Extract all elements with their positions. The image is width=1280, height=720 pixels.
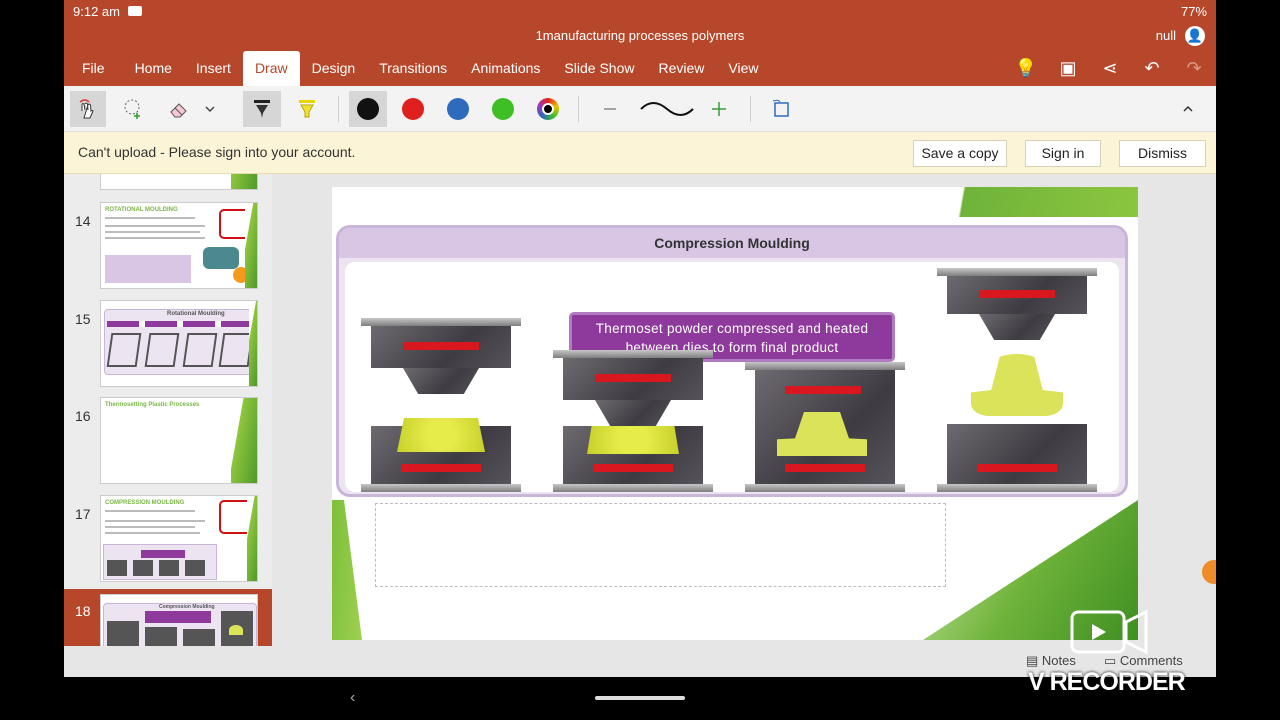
tab-review[interactable]: Review — [646, 51, 716, 86]
thumbnail-title: Compression Moulding — [159, 604, 215, 610]
add-pen-icon[interactable] — [701, 91, 737, 127]
slide-thumbnails-pane[interactable]: 14 ROTATIONAL MOULDING 15 Rotational Mou… — [64, 174, 272, 677]
slide-canvas[interactable]: Compression Moulding Thermoset powder co… — [332, 187, 1138, 640]
thumbnail-preview: Thermosetting Plastic Processes — [100, 397, 258, 484]
lasso-select-icon[interactable] — [115, 91, 151, 127]
floating-recorder-tab[interactable] — [1202, 560, 1216, 584]
user-avatar-icon[interactable]: 👤 — [1185, 26, 1205, 46]
diagram-title: Compression Moulding — [339, 228, 1125, 258]
color-picker-icon[interactable] — [530, 91, 566, 127]
back-icon[interactable]: ‹ — [350, 689, 355, 707]
slide-number: 18 — [75, 603, 91, 619]
color-black-swatch[interactable] — [349, 91, 387, 127]
thumbnail-title: ROTATIONAL MOULDING — [105, 207, 178, 213]
document-title: 1manufacturing processes polymers — [535, 28, 745, 43]
upload-warning-bar: Can't upload - Please sign into your acc… — [64, 132, 1216, 174]
green-decoration — [948, 187, 1138, 217]
eraser-icon[interactable] — [161, 91, 197, 127]
status-time: 9:12 am — [73, 4, 120, 19]
ink-to-shape-icon[interactable] — [764, 91, 800, 127]
recorder-watermark: V RECORDER — [1028, 608, 1198, 700]
caption-line-1: Thermoset powder compressed and heated — [595, 321, 869, 336]
thumbnail-title: COMPRESSION MOULDING — [105, 500, 185, 506]
video-camera-icon — [1070, 609, 1148, 655]
title-actions: 💡 ▣ ⋖ ↶ ↷ — [1014, 56, 1206, 80]
sign-in-button[interactable]: Sign in — [1025, 140, 1101, 167]
thumbnail-preview: Rotational Moulding — [100, 300, 258, 387]
highlighter-icon[interactable] — [289, 91, 325, 127]
thumbnail-preview: COMPRESSION MOULDING — [100, 495, 258, 582]
tab-view[interactable]: View — [716, 51, 770, 86]
present-icon[interactable]: ▣ — [1056, 56, 1080, 80]
dismiss-button[interactable]: Dismiss — [1119, 140, 1206, 167]
touch-draw-tool-icon[interactable] — [70, 91, 106, 127]
green-decoration — [332, 500, 362, 640]
warning-message: Can't upload - Please sign into your acc… — [78, 144, 356, 160]
slide-thumbnail-15[interactable]: 15 Rotational Moulding — [64, 297, 272, 389]
redo-icon[interactable]: ↷ — [1182, 56, 1206, 80]
app-window: 9:12 am 77% 1manufacturing processes pol… — [64, 0, 1216, 720]
tab-design[interactable]: Design — [300, 51, 368, 86]
undo-icon[interactable]: ↶ — [1140, 56, 1164, 80]
share-icon[interactable]: ⋖ — [1098, 56, 1122, 80]
chevron-down-icon[interactable] — [200, 91, 220, 127]
slide-number: 14 — [75, 213, 91, 229]
save-copy-button[interactable]: Save a copy — [913, 140, 1007, 167]
tab-file[interactable]: File — [64, 51, 117, 86]
diagram-body: Thermoset powder compressed and heated b… — [345, 262, 1119, 492]
recording-icon — [128, 6, 142, 16]
battery-status: 77% — [1180, 4, 1207, 19]
tab-draw[interactable]: Draw — [242, 51, 300, 86]
tab-slide-show[interactable]: Slide Show — [552, 51, 646, 86]
slide-thumbnail-14[interactable]: 14 ROTATIONAL MOULDING — [64, 199, 272, 291]
slide-thumbnail[interactable] — [64, 174, 272, 192]
thin-stroke-icon[interactable] — [592, 91, 628, 127]
thumbnail-title: Rotational Moulding — [167, 311, 225, 317]
slide-thumbnail-16[interactable]: 16 Thermosetting Plastic Processes — [64, 394, 272, 486]
user-name[interactable]: null — [1156, 28, 1176, 43]
thumbnail-preview: ROTATIONAL MOULDING — [100, 202, 258, 289]
collapse-ribbon-icon[interactable] — [1176, 91, 1200, 127]
thumbnail-preview — [100, 174, 258, 190]
compression-moulding-diagram[interactable]: Compression Moulding Thermoset powder co… — [336, 225, 1128, 497]
tab-animations[interactable]: Animations — [459, 51, 552, 86]
tab-transitions[interactable]: Transitions — [367, 51, 459, 86]
color-green-swatch[interactable] — [485, 91, 521, 127]
slide-thumbnail-17[interactable]: 17 COMPRESSION MOULDING — [64, 492, 272, 584]
lightbulb-icon[interactable]: 💡 — [1014, 56, 1038, 80]
tab-home[interactable]: Home — [123, 51, 184, 86]
home-gesture-bar[interactable] — [595, 696, 685, 700]
title-bar: 9:12 am 77% 1manufacturing processes pol… — [64, 0, 1216, 86]
tab-insert[interactable]: Insert — [184, 51, 243, 86]
color-red-swatch[interactable] — [395, 91, 431, 127]
pen-icon[interactable] — [243, 91, 281, 127]
stroke-preview-icon[interactable] — [637, 91, 697, 127]
recorder-text: V RECORDER — [1028, 668, 1186, 696]
slide-number: 15 — [75, 311, 91, 327]
content-placeholder[interactable] — [375, 503, 946, 587]
slide-number: 17 — [75, 506, 91, 522]
slide-number: 16 — [75, 408, 91, 424]
draw-ribbon — [64, 86, 1216, 132]
menu-tabs: File Home Insert Draw Design Transitions… — [64, 51, 770, 86]
thumbnail-title: Thermosetting Plastic Processes — [105, 402, 200, 408]
color-blue-swatch[interactable] — [440, 91, 476, 127]
